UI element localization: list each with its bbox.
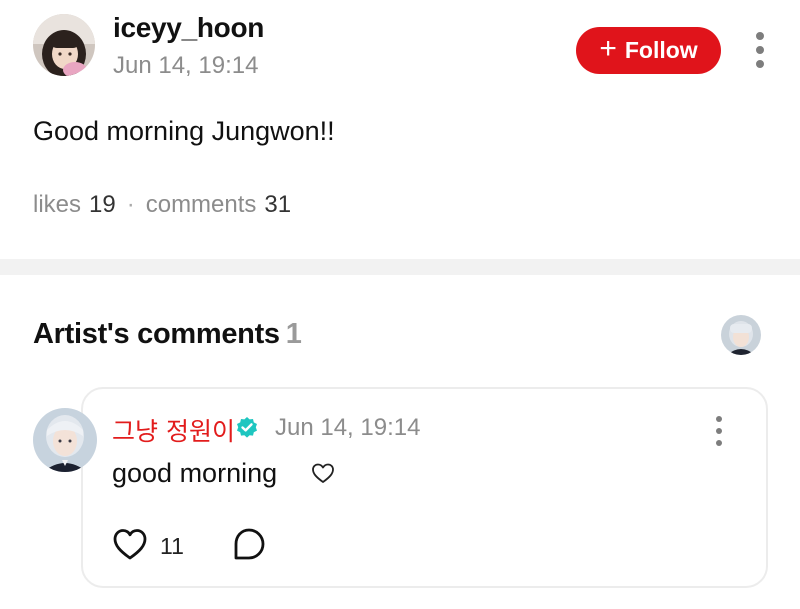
comment-more-options-icon[interactable] (711, 416, 727, 446)
comment-text: good morning (112, 458, 278, 488)
likes-count: 19 (89, 191, 116, 218)
stats-separator: · (126, 191, 135, 218)
post-stats: likes 19 · comments 31 (33, 191, 291, 219)
likes-label: likes (33, 191, 82, 218)
post-text: Good morning Jungwon!! (33, 116, 335, 146)
comment-like-count: 11 (160, 533, 184, 559)
author-avatar[interactable] (33, 14, 95, 76)
comments-label[interactable]: comments (146, 191, 257, 219)
artist-mini-avatar[interactable] (721, 315, 761, 355)
comments-count[interactable]: 31 (264, 191, 291, 219)
post-detail-page: iceyy_hoon Jun 14, 19:14 + Follow Good m… (0, 0, 800, 609)
artist-name[interactable]: 그냥 정원이 (112, 412, 235, 448)
author-username[interactable]: iceyy_hoon (113, 12, 264, 44)
plus-icon: + (599, 32, 617, 65)
follow-button[interactable]: + Follow (576, 27, 721, 74)
artist-comments-title: Artist's comments 1 (33, 318, 302, 351)
artist-avatar[interactable] (33, 408, 97, 472)
artist-comments-heading: Artist's comments (33, 318, 280, 350)
reply-bubble-icon[interactable] (231, 526, 267, 562)
comment-timestamp: Jun 14, 19:14 (275, 414, 421, 441)
artist-comments-count: 1 (285, 318, 302, 350)
follow-label: Follow (624, 37, 698, 63)
like-heart-icon[interactable] (112, 527, 148, 561)
verified-badge-icon (237, 417, 257, 438)
heart-outline-icon (312, 463, 334, 483)
post-more-options-icon[interactable] (752, 32, 768, 68)
post-timestamp: Jun 14, 19:14 (113, 52, 259, 79)
section-divider (0, 259, 800, 275)
